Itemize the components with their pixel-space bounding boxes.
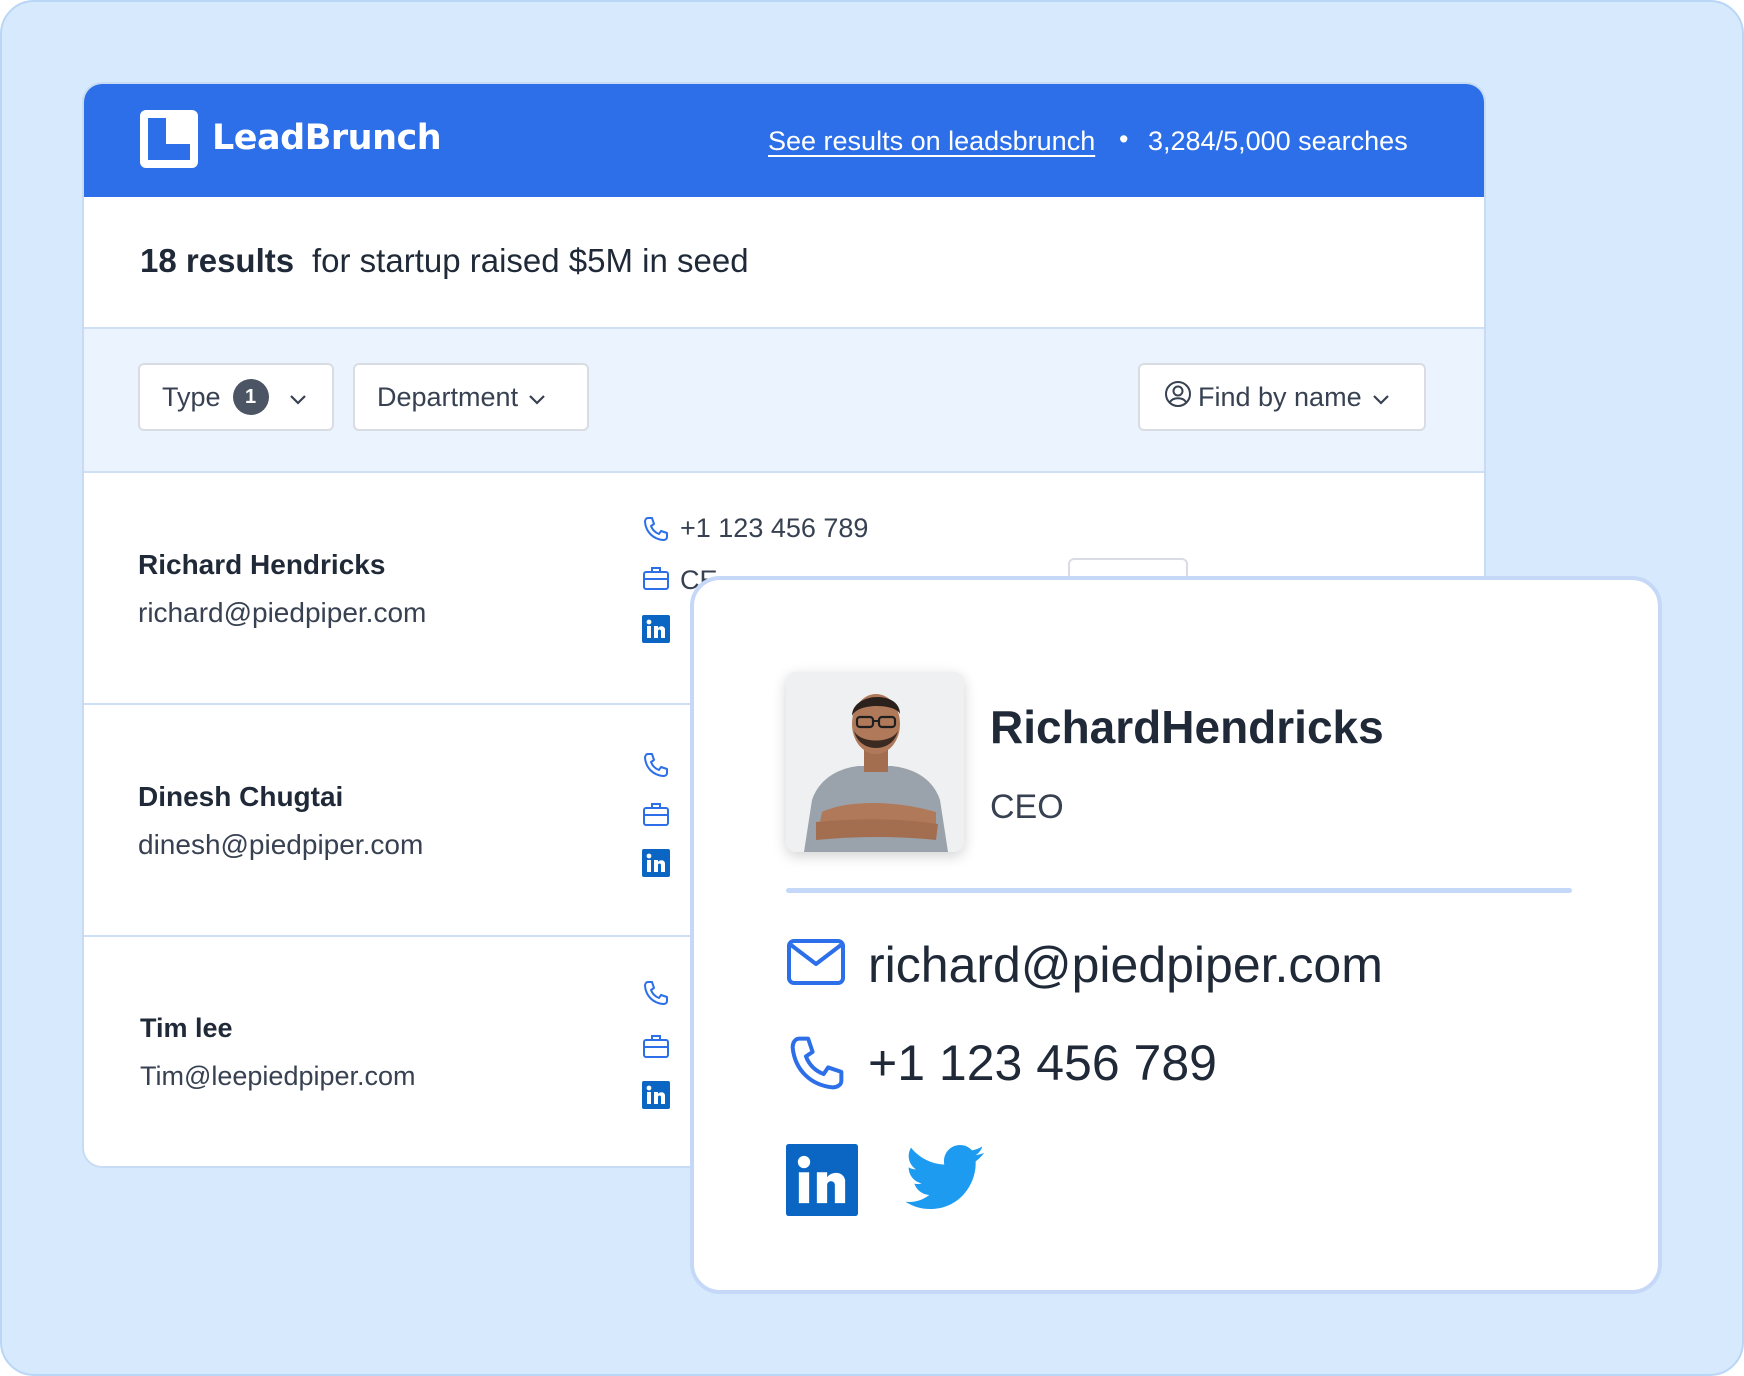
see-results-link[interactable]: See results on leadsbrunch: [768, 126, 1095, 157]
brand-name: LeadBrunch: [212, 118, 442, 158]
type-filter-count-badge: 1: [232, 379, 269, 415]
linkedin-icon[interactable]: [642, 849, 670, 882]
phone-icon: [642, 751, 670, 784]
contact-email: richard@piedpiper.com: [138, 597, 427, 628]
find-by-name-label: Find by name: [1198, 381, 1362, 412]
results-query: for startup raised $5M in seed: [312, 242, 749, 279]
header-separator: •: [1119, 124, 1129, 154]
linkedin-icon[interactable]: [642, 615, 670, 648]
filter-bar: Type 1 Department Find by name: [84, 329, 1484, 473]
phone-icon: [642, 979, 670, 1012]
department-filter-button[interactable]: Department: [353, 363, 589, 431]
card-email[interactable]: richard@piedpiper.com: [868, 936, 1383, 994]
briefcase-icon: [642, 565, 670, 596]
app-header: LeadBrunch See results on leadsbrunch • …: [84, 84, 1484, 197]
avatar: [786, 672, 964, 852]
phone-icon: [642, 515, 670, 548]
contact-name: Tim lee: [140, 1013, 233, 1043]
department-filter-label: Department: [377, 381, 519, 412]
results-summary: 18 results for startup raised $5M in see…: [84, 197, 1484, 329]
contact-email: Tim@leepiedpiper.com: [140, 1061, 416, 1091]
phone-icon: [786, 1032, 848, 1099]
background-canvas: LeadBrunch See results on leadsbrunch • …: [0, 0, 1744, 1376]
card-divider: [786, 888, 1572, 893]
results-count: 18 results: [140, 242, 295, 279]
search-quota: 3,284/5,000 searches: [1148, 126, 1408, 156]
mail-icon: [786, 938, 846, 991]
chevron-down-icon: [1372, 382, 1390, 413]
chevron-down-icon: [289, 382, 307, 413]
contact-name: Dinesh Chugtai: [138, 781, 344, 812]
type-filter-button[interactable]: Type 1: [138, 363, 334, 431]
contact-detail-card: RichardHendricks CEO richard@piedpiper.c…: [690, 576, 1662, 1294]
user-circle-icon: [1164, 380, 1192, 415]
type-filter-label: Type: [162, 381, 221, 412]
linkedin-icon[interactable]: [786, 1144, 858, 1221]
card-phone[interactable]: +1 123 456 789: [868, 1034, 1217, 1092]
briefcase-icon: [642, 1033, 670, 1064]
chevron-down-icon: [528, 382, 546, 413]
linkedin-icon[interactable]: [642, 1081, 670, 1114]
card-contact-name: RichardHendricks: [990, 701, 1384, 753]
twitter-icon[interactable]: [905, 1144, 986, 1217]
card-contact-title: CEO: [990, 788, 1064, 826]
briefcase-icon: [642, 801, 670, 832]
logo-icon: [140, 110, 198, 168]
contact-phone: +1 123 456 789: [680, 513, 869, 543]
contact-email: dinesh@piedpiper.com: [138, 829, 424, 860]
find-by-name-button[interactable]: Find by name: [1138, 363, 1426, 431]
contact-name: Richard Hendricks: [138, 549, 386, 580]
